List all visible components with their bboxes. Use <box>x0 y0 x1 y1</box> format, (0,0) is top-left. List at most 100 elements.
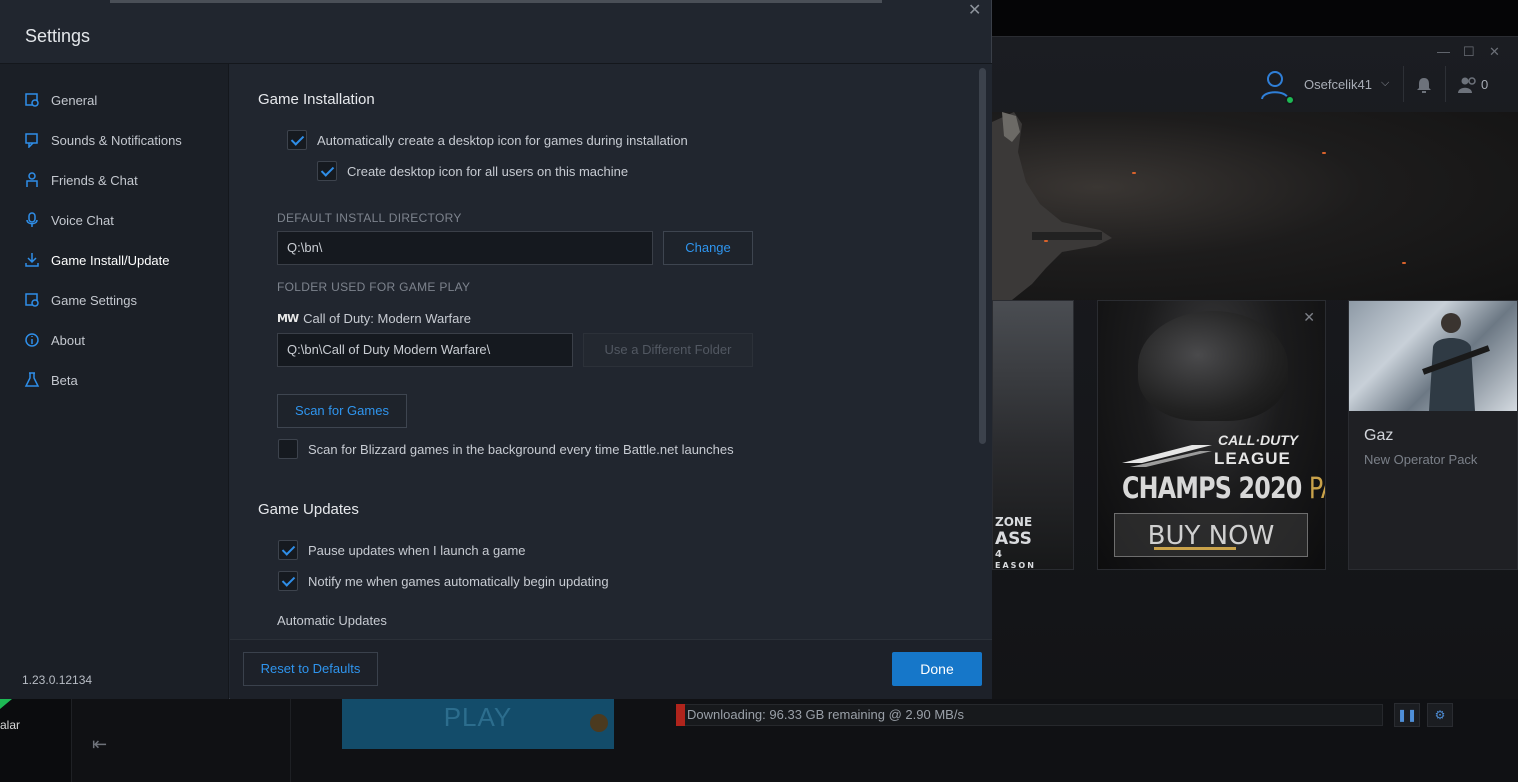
operator-subtitle: New Operator Pack <box>1364 452 1478 467</box>
soldier-image <box>992 112 1112 300</box>
play-status-icon <box>590 714 608 732</box>
bottom-divider <box>290 699 291 782</box>
notify-updates-checkbox[interactable] <box>278 571 298 591</box>
play-button[interactable]: PLAY <box>342 699 614 749</box>
reset-to-defaults-button[interactable]: Reset to Defaults <box>243 652 378 686</box>
desktop-strip <box>992 0 1518 36</box>
game-play-folder-label: FOLDER USED FOR GAME PLAY <box>277 280 471 294</box>
header-divider <box>1445 66 1446 102</box>
league-logo-text: CALL·DUTY <box>1218 432 1299 448</box>
sidebar-item-label: General <box>51 92 98 108</box>
notify-updates-label: Notify me when games automatically begin… <box>308 574 609 589</box>
section-title-game-installation: Game Installation <box>258 91 375 108</box>
sound-icon <box>25 133 38 148</box>
background-scan-checkbox[interactable] <box>278 439 298 459</box>
download-icon <box>25 253 39 267</box>
minimize-icon[interactable]: — <box>1437 44 1450 59</box>
promo-headline-main: CHAMPS 2020 <box>1122 471 1309 505</box>
promo-card[interactable]: ✕ CALL·DUTY LEAGUE CHAMPS 2020 PACK BUY … <box>1097 300 1326 570</box>
sidebar-item-label: Game Install/Update <box>51 252 170 268</box>
ember-decoration <box>1402 262 1406 264</box>
sidebar-item-label: Sounds & Notifications <box>51 132 182 148</box>
card-text: EASON <box>995 561 1036 570</box>
download-status-text: Downloading: 96.33 GB remaining @ 2.90 M… <box>687 707 964 722</box>
game-name: Call of Duty: Modern Warfare <box>303 311 471 326</box>
online-status-dot <box>1285 95 1295 105</box>
sidebar-item-voice-chat[interactable]: Voice Chat <box>24 206 224 234</box>
window-close-icon[interactable]: ✕ <box>1489 44 1500 60</box>
ember-decoration <box>1322 152 1326 154</box>
microphone-icon <box>26 212 38 227</box>
scan-for-games-button[interactable]: Scan for Games <box>277 394 407 428</box>
card-text: 4 <box>995 549 1002 560</box>
friends-sidebar-strip <box>0 699 72 782</box>
sidebar-item-game-install-update[interactable]: Game Install/Update <box>24 246 224 274</box>
bell-icon[interactable] <box>1415 76 1433 94</box>
chevron-down-icon[interactable]: ⌵ <box>1381 77 1389 90</box>
game-folder-input[interactable]: Q:\bn\Call of Duty Modern Warfare\ <box>277 333 573 367</box>
dialog-title: Settings <box>25 26 91 46</box>
username[interactable]: Osefcelik41 <box>1304 77 1372 92</box>
card-text: ZONE <box>995 515 1033 529</box>
friends-icon[interactable] <box>1458 76 1478 94</box>
operator-title: Gaz <box>1364 427 1394 444</box>
operator-figure-image <box>1422 313 1490 411</box>
friends-chat-icon <box>26 172 38 187</box>
dialog-top-accent <box>110 0 882 3</box>
automatic-updates-label: Automatic Updates <box>277 613 387 628</box>
sidebar-item-sounds-notifications[interactable]: Sounds & Notifications <box>24 126 224 154</box>
sidebar-item-game-settings[interactable]: Game Settings <box>24 286 224 314</box>
game-settings-icon <box>25 293 39 307</box>
default-install-directory-input[interactable]: Q:\bn\ <box>277 231 653 265</box>
promo-headline: CHAMPS 2020 PACK <box>1122 471 1325 505</box>
content-scrollbar[interactable] <box>979 68 986 444</box>
sidebar-item-friends-chat[interactable]: Friends & Chat <box>24 166 224 194</box>
pause-icon[interactable]: ❚❚ <box>1394 703 1420 727</box>
buy-now-underline <box>1154 547 1236 550</box>
default-install-directory-label: DEFAULT INSTALL DIRECTORY <box>277 211 462 225</box>
sidebar-item-about[interactable]: About <box>24 326 224 354</box>
close-icon[interactable]: ✕ <box>1303 309 1315 326</box>
version-number: 1.23.0.12134 <box>22 673 93 687</box>
change-directory-button[interactable]: Change <box>663 231 753 265</box>
hero-banner[interactable] <box>992 112 1518 300</box>
modern-warfare-logo-icon: MW <box>277 312 299 325</box>
close-icon[interactable]: ✕ <box>968 0 981 20</box>
sidebar-item-label: About <box>51 332 85 348</box>
warzone-card[interactable]: ZONE ASS 4 EASON <box>992 300 1074 570</box>
sidebar-item-label: Game Settings <box>51 292 137 308</box>
sidebar-text: alar <box>0 718 21 732</box>
collapse-arrow-icon[interactable]: ⇤ <box>92 734 107 755</box>
friend-count: 0 <box>1481 77 1489 92</box>
flask-icon <box>24 372 40 387</box>
sidebar-item-label: Voice Chat <box>51 212 114 228</box>
section-title-game-updates: Game Updates <box>258 501 359 518</box>
download-progress-fill <box>676 704 685 726</box>
operator-card[interactable]: Gaz New Operator Pack <box>1348 300 1518 570</box>
desktop-icon-label: Automatically create a desktop icon for … <box>317 133 688 148</box>
ember-decoration <box>1044 240 1048 242</box>
all-users-checkbox[interactable] <box>317 161 337 181</box>
sidebar-item-label: Friends & Chat <box>51 172 138 188</box>
info-icon <box>25 333 39 347</box>
sidebar-item-beta[interactable]: Beta <box>24 366 224 394</box>
ember-decoration <box>1132 172 1136 174</box>
settings-dialog: ✕ Settings General Sounds & Notification… <box>0 0 992 699</box>
pause-updates-checkbox[interactable] <box>278 540 298 560</box>
card-text: ASS <box>995 529 1032 549</box>
maximize-icon[interactable]: ☐ <box>1463 44 1475 60</box>
header-divider <box>1403 66 1404 102</box>
sidebar-item-general[interactable]: General <box>24 86 224 114</box>
league-logo-text: LEAGUE <box>1214 449 1291 468</box>
helmet-image <box>1138 311 1288 421</box>
buy-now-button[interactable]: BUY NOW <box>1114 513 1308 557</box>
sidebar-item-label: Beta <box>51 372 78 388</box>
done-button[interactable]: Done <box>892 652 982 686</box>
desktop-icon-checkbox[interactable] <box>287 130 307 150</box>
promo-headline-accent: PACK <box>1308 471 1325 505</box>
gear-icon[interactable]: ⚙ <box>1427 703 1453 727</box>
pause-updates-label: Pause updates when I launch a game <box>308 543 526 558</box>
use-different-folder-button[interactable]: Use a Different Folder <box>583 333 753 367</box>
background-scan-label: Scan for Blizzard games in the backgroun… <box>308 442 734 457</box>
game-name-row: MW Call of Duty: Modern Warfare <box>277 311 471 326</box>
